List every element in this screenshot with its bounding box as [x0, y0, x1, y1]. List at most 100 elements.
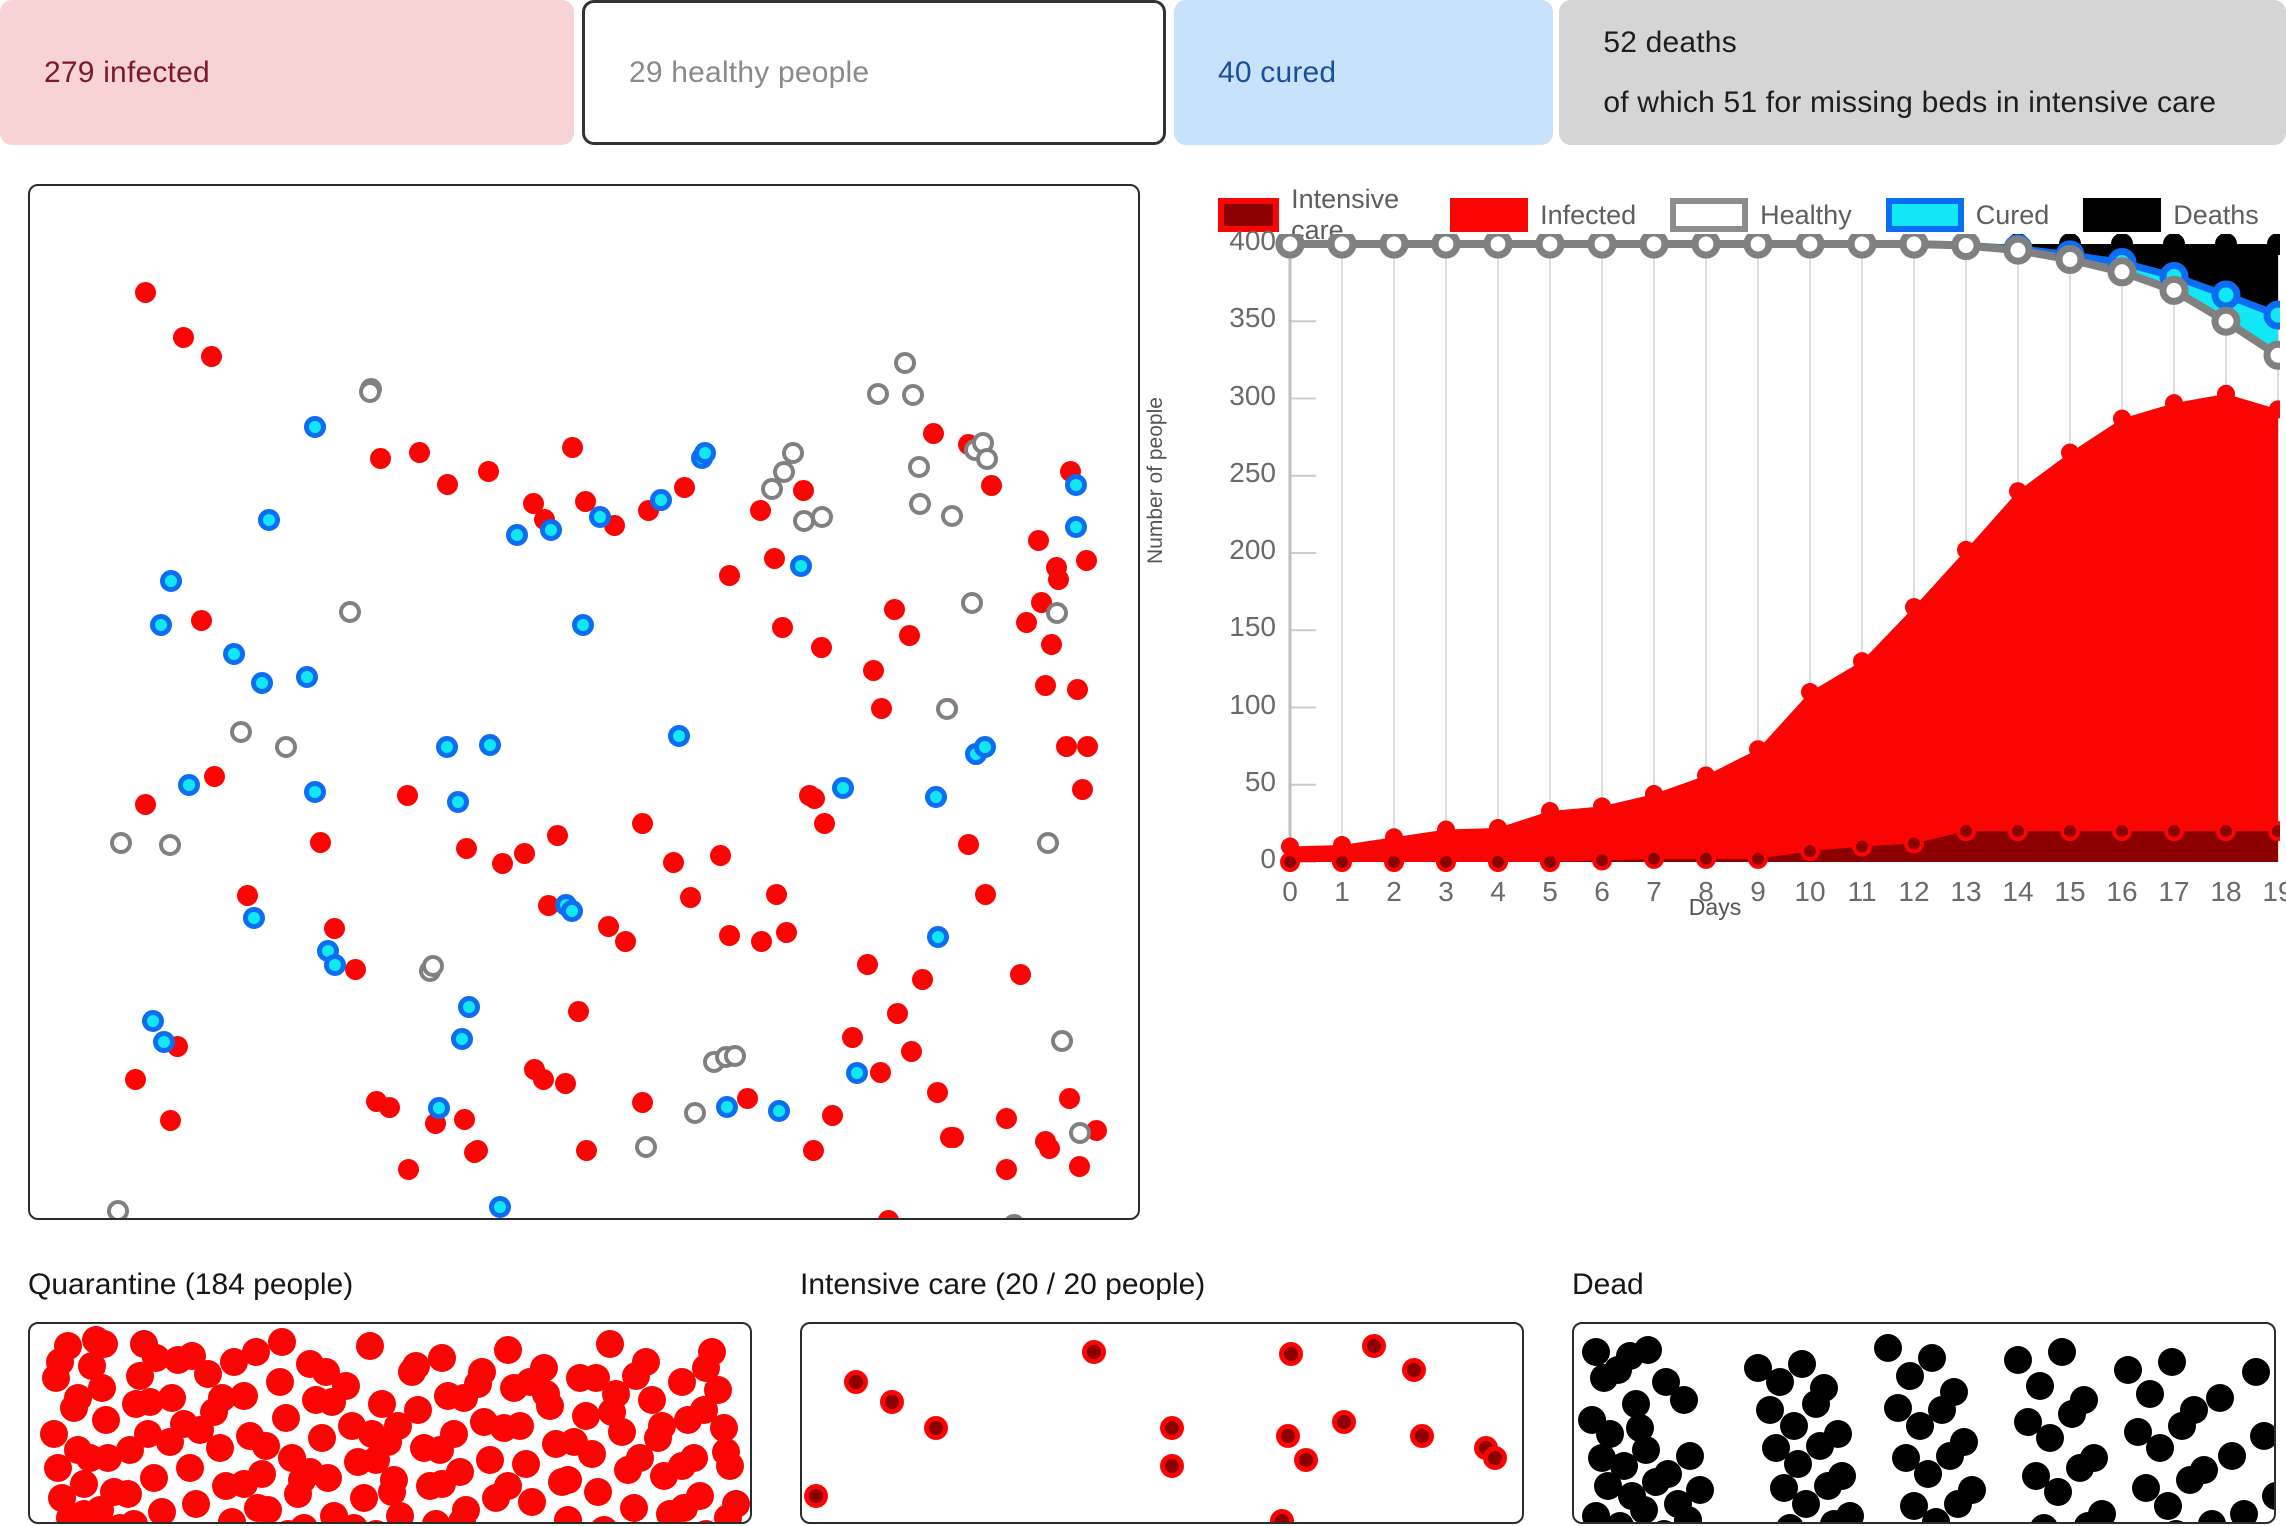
quarantined-person-dot	[554, 1466, 582, 1494]
person-dot-infected	[1015, 612, 1037, 634]
dead-area[interactable]	[1572, 1322, 2276, 1524]
x-tick-label: 6	[1594, 876, 1610, 907]
x-tick-label: 2	[1386, 876, 1402, 907]
quarantined-person-dot	[626, 1444, 654, 1472]
infected-count-label: 279 infected	[44, 55, 210, 89]
person-dot-healthy	[1050, 1029, 1073, 1052]
person-dot-infected	[370, 448, 392, 470]
quarantined-person-dot	[220, 1348, 248, 1376]
person-dot-cured	[832, 777, 855, 800]
point-infected	[1853, 652, 1871, 671]
quarantined-person-dot	[40, 1420, 68, 1448]
person-dot-infected	[863, 659, 884, 681]
dead-person-dot	[1670, 1386, 1698, 1414]
person-dot-healthy	[1003, 1213, 1025, 1218]
point-infected	[1437, 820, 1455, 839]
dead-person-dot	[1698, 1522, 1726, 1524]
status-panel-healthy[interactable]: 29 healthy people	[581, 0, 1166, 145]
point-infected	[1489, 819, 1507, 838]
x-tick-label: 12	[1898, 876, 1930, 907]
dead-person-dot	[1806, 1432, 1834, 1460]
point-intensive-care	[1332, 852, 1352, 872]
point-healthy	[2055, 244, 2085, 274]
person-dot-infected	[172, 326, 194, 348]
quarantined-person-dot	[356, 1332, 384, 1360]
quarantined-person-dot	[422, 1510, 450, 1522]
point-intensive-care	[1540, 852, 1560, 872]
quarantined-person-dot	[148, 1498, 176, 1522]
quarantined-person-dot	[90, 1330, 118, 1358]
person-dot-infected	[958, 833, 980, 855]
quarantined-person-dot	[426, 1436, 454, 1464]
point-intensive-care	[1436, 852, 1456, 872]
point-healthy	[1795, 234, 1825, 259]
y-tick-label: 300	[1229, 379, 1276, 411]
person-dot-cured	[223, 642, 246, 665]
quarantined-person-dot	[490, 1414, 518, 1442]
point-infected	[1645, 785, 1663, 804]
quarantine-title: Quarantine (184 people)	[28, 1268, 354, 1301]
x-tick-label: 11	[1847, 876, 1877, 907]
quarantine-area[interactable]	[28, 1322, 752, 1524]
person-dot-infected	[632, 1092, 653, 1114]
point-healthy	[2003, 235, 2033, 265]
person-dot-cured	[447, 791, 470, 814]
simulation-area[interactable]	[28, 184, 1140, 1220]
quarantined-person-dot	[252, 1432, 280, 1460]
person-dot-infected	[562, 436, 583, 458]
person-dot-infected	[378, 1097, 400, 1119]
person-dot-infected	[793, 480, 814, 502]
epidemic-chart: Intensive care Infected Healthy Cured Deaths…	[1144, 178, 2286, 1248]
legend-label: Healthy	[1760, 199, 1852, 230]
person-dot-healthy	[976, 448, 999, 471]
quarantined-person-dot	[266, 1368, 294, 1396]
point-intensive-care	[1852, 836, 1872, 857]
person-dot-infected	[1059, 1088, 1080, 1110]
quarantined-person-dot	[560, 1428, 588, 1456]
person-dot-infected	[464, 1142, 485, 1164]
person-dot-infected	[710, 845, 732, 867]
person-dot-infected	[1035, 674, 1057, 696]
point-intensive-care	[1384, 852, 1404, 872]
point-healthy	[1327, 234, 1357, 259]
cured-count-label: 40 cured	[1217, 55, 1337, 89]
person-dot-cured	[693, 442, 716, 464]
person-dot-healthy	[109, 832, 132, 855]
status-panel-infected[interactable]: 279 infected	[0, 0, 574, 145]
quarantined-person-dot	[318, 1388, 346, 1416]
intensive-care-area[interactable]	[800, 1322, 1524, 1524]
person-dot-healthy	[773, 461, 796, 484]
person-dot-healthy	[902, 384, 925, 407]
person-dot-infected	[1028, 530, 1050, 552]
person-dot-healthy	[634, 1135, 657, 1158]
quarantined-person-dot	[582, 1364, 610, 1392]
point-infected	[2113, 409, 2131, 428]
person-dot-infected	[1075, 549, 1097, 571]
person-dot-healthy	[909, 493, 932, 516]
dead-person-dot	[2114, 1356, 2142, 1384]
dead-person-dot	[1874, 1334, 1902, 1362]
intensive-care-title: Intensive care (20 / 20 people)	[800, 1268, 1206, 1301]
person-dot-healthy	[1046, 602, 1069, 624]
person-dot-cured	[479, 733, 502, 756]
legend-label: Cured	[1975, 199, 2050, 230]
status-panel-deaths[interactable]: 52 deaths of which 51 for missing beds i…	[1559, 0, 2286, 145]
person-dot-cured	[258, 508, 281, 531]
quarantined-person-dot	[70, 1470, 98, 1498]
person-dot-infected	[398, 1158, 420, 1180]
person-dot-infected	[804, 787, 826, 809]
dead-person-dot	[2146, 1434, 2174, 1462]
legend-swatch-icon	[1450, 198, 1529, 232]
person-dot-healthy	[941, 504, 964, 527]
point-intensive-care	[1748, 848, 1768, 869]
person-dot-infected	[900, 1041, 922, 1063]
x-tick-label: 19	[2262, 876, 2286, 907]
person-dot-cured	[142, 1010, 164, 1033]
legend-label: Deaths	[2173, 199, 2259, 230]
dead-person-dot	[1928, 1396, 1956, 1424]
quarantined-person-dot	[350, 1484, 378, 1512]
quarantined-person-dot	[670, 1494, 698, 1522]
status-panel-cured[interactable]: 40 cured	[1173, 0, 1554, 145]
person-dot-infected	[996, 1107, 1017, 1129]
person-dot-infected	[923, 422, 945, 444]
